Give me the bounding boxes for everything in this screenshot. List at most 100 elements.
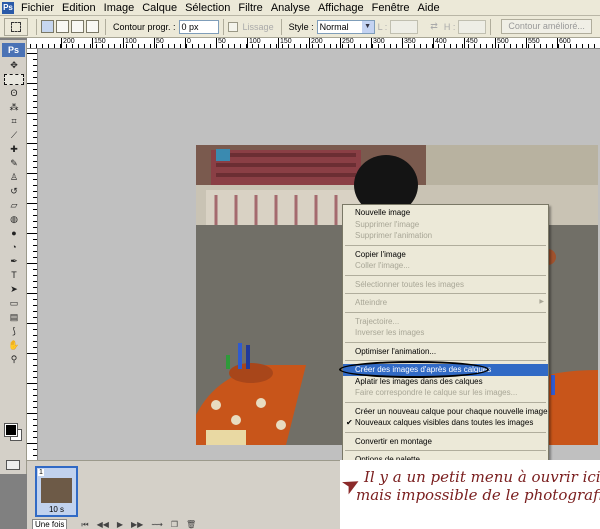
slice-icon[interactable]: ⟋ xyxy=(4,130,24,141)
add-selection-mode-button[interactable] xyxy=(56,20,69,33)
menu-fichier[interactable]: Fichier xyxy=(17,0,58,16)
menu-fenetre[interactable]: Fenêtre xyxy=(368,0,414,16)
context-menu-item[interactable]: Créer des images d'après des calques xyxy=(339,361,548,378)
menu-analyse[interactable]: Analyse xyxy=(267,0,314,16)
context-menu-item-label: Aplatir les images dans des calques xyxy=(355,376,483,386)
blur-icon[interactable]: ● xyxy=(4,228,24,239)
quick-mask-icon[interactable] xyxy=(6,460,20,470)
context-menu-item[interactable]: Nouvelle image xyxy=(343,207,548,219)
menu-aide[interactable]: Aide xyxy=(414,0,444,16)
ruler-tick xyxy=(495,38,496,48)
tools-panel: Ps ✥ ʘ ⁂ ⌗ ⟋ ✚ ✎ ♙ ↺ ▱ ◍ ● ◔ ✒ T ➤ ▭ ▤ ⟆… xyxy=(0,40,27,474)
ruler-tick xyxy=(27,113,37,114)
swap-icon[interactable]: ⇄ xyxy=(430,21,438,32)
context-menu-item[interactable]: Supprimer l'image xyxy=(343,219,548,231)
previous-frame-icon[interactable]: ◀◀ xyxy=(97,520,109,529)
menu-affichage[interactable]: Affichage xyxy=(314,0,368,16)
context-menu-item[interactable]: Aplatir les images dans des calques xyxy=(343,376,548,388)
menu-selection[interactable]: Sélection xyxy=(181,0,234,16)
context-menu-item[interactable]: Inverser les images xyxy=(343,327,548,339)
ruler-tick xyxy=(526,38,527,48)
eyedropper-icon[interactable]: ⟆ xyxy=(4,326,24,337)
loop-select[interactable]: Une fois xyxy=(32,519,68,529)
divider xyxy=(222,18,224,35)
marquee-preset-icon xyxy=(11,21,21,32)
subtract-selection-mode-button[interactable] xyxy=(71,20,84,33)
clone-stamp-icon[interactable]: ♙ xyxy=(4,172,24,183)
horizontal-ruler: 200 150 100 50 0 50 100 150 200 250 300 350 400 450 50… xyxy=(27,38,600,49)
context-menu-item[interactable]: Sélectionner toutes les images xyxy=(343,279,548,291)
lissage-checkbox[interactable] xyxy=(227,21,238,32)
context-menu-item-label: Trajectoire... xyxy=(355,316,400,326)
menu-calque[interactable]: Calque xyxy=(138,0,181,16)
refine-edge-button[interactable]: Contour amélioré... xyxy=(501,19,592,34)
context-menu-item-label: Faire correspondre le calque sur les ima… xyxy=(355,388,518,397)
context-menu-item[interactable]: Faire correspondre le calque sur les ima… xyxy=(343,387,548,399)
menu-separator xyxy=(345,274,546,276)
context-menu-item[interactable]: Coller l'image... xyxy=(343,260,548,272)
context-menu-item[interactable]: Créer un nouveau calque pour chaque nouv… xyxy=(343,406,548,418)
duplicate-frame-icon[interactable]: ❐ xyxy=(171,520,178,529)
paint-bucket-icon[interactable]: ◍ xyxy=(4,214,24,225)
context-menu-item[interactable]: Trajectoire... xyxy=(343,316,548,328)
lasso-icon[interactable]: ʘ xyxy=(4,88,24,99)
divider xyxy=(36,18,37,35)
menu-image[interactable]: Image xyxy=(100,0,139,16)
marquee-icon[interactable] xyxy=(4,74,24,85)
chevron-down-icon[interactable]: ▼ xyxy=(361,20,374,33)
crop-icon[interactable]: ⌗ xyxy=(4,116,24,127)
context-menu-item[interactable]: Atteindre ▶ xyxy=(343,297,548,309)
type-icon[interactable]: T xyxy=(4,270,24,281)
ruler-tick xyxy=(27,353,37,354)
next-frame-icon[interactable]: ▶▶ xyxy=(131,520,143,529)
contour-input[interactable]: 0 px xyxy=(178,19,219,34)
menu-edition[interactable]: Edition xyxy=(58,0,100,16)
context-menu-item-label: Supprimer l'animation xyxy=(355,231,433,240)
photoshop-logo-icon: Ps xyxy=(2,1,14,14)
dodge-icon[interactable]: ◔ xyxy=(4,242,24,253)
context-menu-item-label: Nouvelle image xyxy=(355,208,411,217)
eraser-icon[interactable]: ▱ xyxy=(4,200,24,211)
delete-frame-icon[interactable]: 🗑 xyxy=(186,520,196,529)
menu-filtre[interactable]: Filtre xyxy=(234,0,266,16)
context-menu-item[interactable]: Nouveaux calques visibles dans toutes le… xyxy=(343,417,548,429)
pen-icon[interactable]: ✒ xyxy=(4,256,24,267)
new-selection-mode-button[interactable] xyxy=(41,20,54,33)
ruler-tick xyxy=(27,83,37,84)
context-menu-item[interactable]: Convertir en montage xyxy=(343,436,548,448)
context-menu-item[interactable]: Copier l'image xyxy=(343,249,548,261)
style-select[interactable]: Normal ▼ xyxy=(316,19,375,34)
intersect-selection-mode-button[interactable] xyxy=(86,20,99,33)
shape-icon[interactable]: ▭ xyxy=(4,298,24,309)
animation-frame[interactable]: 1 10 s xyxy=(35,466,78,517)
history-brush-icon[interactable]: ↺ xyxy=(4,186,24,197)
brush-icon[interactable]: ✎ xyxy=(4,158,24,169)
tool-preset-picker[interactable] xyxy=(4,17,28,36)
path-select-icon[interactable]: ➤ xyxy=(4,284,24,295)
width-input[interactable] xyxy=(390,19,419,34)
menu-separator xyxy=(345,244,546,246)
context-menu-item[interactable]: Optimiser l'animation... xyxy=(343,346,548,358)
zoom-icon[interactable]: ⚲ xyxy=(4,354,24,365)
context-menu-item-label: Optimiser l'animation... xyxy=(355,346,437,356)
frame-delay[interactable]: 10 s xyxy=(37,505,76,514)
tween-icon[interactable]: ⟿ xyxy=(151,520,162,529)
healing-icon[interactable]: ✚ xyxy=(4,144,24,155)
hand-icon[interactable]: ✋ xyxy=(4,340,24,351)
notes-icon[interactable]: ▤ xyxy=(4,312,24,323)
ruler-tick xyxy=(27,293,37,294)
first-frame-icon[interactable]: ⏮ xyxy=(81,520,88,529)
ruler-tick xyxy=(27,413,37,414)
ps-badge[interactable]: Ps xyxy=(2,43,25,57)
move-icon[interactable]: ✥ xyxy=(4,60,24,71)
annotation-line1: Il y a un petit menu à ouvrir ici, xyxy=(364,468,600,486)
ruler-tick xyxy=(27,233,37,234)
menu-separator xyxy=(345,293,546,294)
context-menu-item[interactable]: Supprimer l'animation xyxy=(343,230,548,242)
foreground-color-swatch[interactable] xyxy=(4,423,18,437)
magic-wand-icon[interactable]: ⁂ xyxy=(4,102,24,113)
play-icon[interactable]: ▶ xyxy=(117,520,123,529)
height-input[interactable] xyxy=(458,19,487,34)
ruler-tick xyxy=(92,38,93,48)
divider xyxy=(490,18,492,35)
